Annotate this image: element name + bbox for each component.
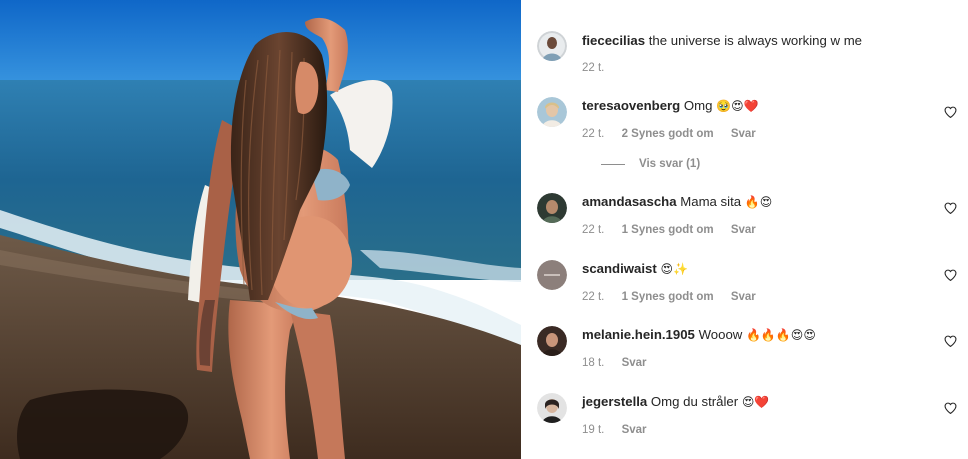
comment-meta: 18 t. Svar [582,357,661,369]
reply-button[interactable]: Svar [731,224,756,236]
heart-outline-icon[interactable] [944,335,957,347]
caption-text: the universe is always working w me [648,33,863,48]
reply-button[interactable]: Svar [622,357,647,369]
comment-username[interactable]: jegerstella [582,394,647,409]
post-photo[interactable] [0,0,521,459]
comment-body: scandiwaist 😍✨ [582,260,928,278]
comment-time[interactable]: 18 t. [582,357,604,369]
reply-button[interactable]: Svar [731,128,756,140]
comment-meta: 22 t. 2 Synes godt om Svar [582,128,770,140]
comment-username[interactable]: scandiwaist [582,261,657,276]
beach-photo [0,0,521,459]
comment-meta: 22 t. 1 Synes godt om Svar [582,224,770,236]
caption-avatar[interactable] [537,31,567,61]
comment-avatar[interactable] [537,393,567,423]
comment-text: Wooow [698,327,743,342]
comment-likes[interactable]: 2 Synes godt om [622,128,714,140]
heart-outline-icon[interactable] [944,106,957,118]
comment-avatar[interactable] [537,260,567,290]
comment-emoji: 🥹😍❤️ [716,99,759,113]
comment-likes[interactable]: 1 Synes godt om [622,291,714,303]
caption-meta: 22 t. [582,62,618,74]
comment-body: melanie.hein.1905 Wooow 🔥🔥🔥😍😍 [582,326,928,344]
caption-time[interactable]: 22 t. [582,62,604,74]
reply-button[interactable]: Svar [622,424,647,436]
comments-panel: fiececilias the universe is always worki… [521,0,968,459]
comment-body: jegerstella Omg du stråler 😍❤️ [582,393,928,411]
comment-time[interactable]: 22 t. [582,128,604,140]
heart-outline-icon[interactable] [944,269,957,281]
comment-emoji: 😍❤️ [741,395,770,409]
replies-line [601,163,625,165]
comment-avatar[interactable] [537,97,567,127]
comment-username[interactable]: teresaovenberg [582,98,680,113]
comment-text: Mama sita [680,194,742,209]
comment-text: Omg du stråler [650,394,739,409]
comment-avatar[interactable] [537,326,567,356]
heart-outline-icon[interactable] [944,402,957,414]
comment-time[interactable]: 19 t. [582,424,604,436]
heart-outline-icon[interactable] [944,202,957,214]
comment-body: teresaovenberg Omg 🥹😍❤️ [582,97,928,115]
view-replies-label: Vis svar (1) [639,158,701,170]
comment-text: Omg [683,98,713,113]
comment-emoji: 😍✨ [660,262,688,276]
comment-likes[interactable]: 1 Synes godt om [622,224,714,236]
comment-time[interactable]: 22 t. [582,224,604,236]
comment-item: jegerstella Omg du stråler 😍❤️ 19 t. Sva… [537,393,968,443]
comment-avatar[interactable] [537,193,567,223]
comment-time[interactable]: 22 t. [582,291,604,303]
comment-emoji: 🔥🔥🔥😍😍 [745,328,816,342]
reply-button[interactable]: Svar [731,291,756,303]
view-replies-button[interactable]: Vis svar (1) [601,158,700,170]
comment-item: scandiwaist 😍✨ 22 t. 1 Synes godt om Sva… [537,260,968,310]
comment-item: teresaovenberg Omg 🥹😍❤️ 22 t. 2 Synes go… [537,97,968,187]
comment-meta: 22 t. 1 Synes godt om Svar [582,291,770,303]
comment-item: melanie.hein.1905 Wooow 🔥🔥🔥😍😍 18 t. Svar [537,326,968,376]
comment-username[interactable]: amandasascha [582,194,677,209]
comment-body: amandasascha Mama sita 🔥😍 [582,193,928,211]
caption-body: fiececilias the universe is always worki… [582,32,928,50]
comment-item: amandasascha Mama sita 🔥😍 22 t. 1 Synes … [537,193,968,243]
comment-meta: 19 t. Svar [582,424,661,436]
instagram-post: fiececilias the universe is always worki… [0,0,968,459]
caption-username[interactable]: fiececilias [582,33,645,48]
comment-emoji: 🔥😍 [744,195,773,209]
comment-username[interactable]: melanie.hein.1905 [582,327,695,342]
